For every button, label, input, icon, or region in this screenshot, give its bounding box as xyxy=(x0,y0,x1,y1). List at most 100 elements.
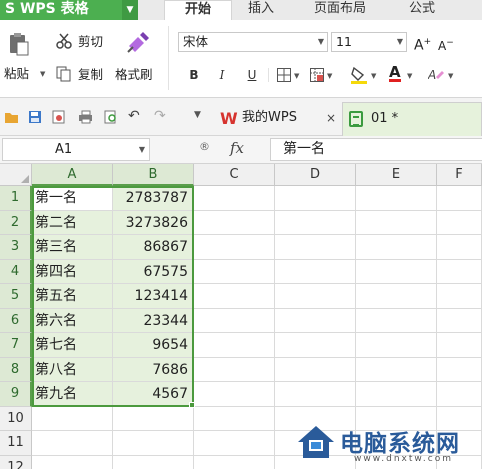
cell-b2[interactable]: 3273826 xyxy=(113,210,194,235)
cell-c10[interactable] xyxy=(194,406,275,431)
underline-button[interactable]: U xyxy=(242,66,262,84)
cell-c8[interactable] xyxy=(194,357,275,382)
format-painter-button[interactable]: 格式刷 xyxy=(115,67,153,83)
cell-f3[interactable] xyxy=(437,235,482,260)
cell-e4[interactable] xyxy=(356,259,437,284)
redo-icon[interactable]: ↷ xyxy=(154,108,168,124)
cell-b12[interactable] xyxy=(113,455,194,469)
row-header[interactable]: 8 xyxy=(0,357,32,382)
cell-a11[interactable] xyxy=(32,431,113,456)
cell-f4[interactable] xyxy=(437,259,482,284)
save-icon[interactable] xyxy=(28,110,42,124)
cell-a2[interactable]: 第二名 xyxy=(32,210,113,235)
font-name-select[interactable]: 宋体 ▼ xyxy=(178,32,328,52)
cell-d1[interactable] xyxy=(275,186,356,211)
cell-d3[interactable] xyxy=(275,235,356,260)
merge-cells-icon[interactable] xyxy=(310,68,324,82)
cell-d4[interactable] xyxy=(275,259,356,284)
cell-d6[interactable] xyxy=(275,308,356,333)
cell-e8[interactable] xyxy=(356,357,437,382)
cell-b8[interactable]: 7686 xyxy=(113,357,194,382)
copy-button[interactable]: 复制 xyxy=(78,67,103,83)
bold-button[interactable]: B xyxy=(184,66,204,84)
cell-c9[interactable] xyxy=(194,382,275,407)
column-header-a[interactable]: A xyxy=(32,164,113,186)
print-preview-icon[interactable] xyxy=(104,110,118,124)
paste-dropdown-icon[interactable]: ▼ xyxy=(40,70,45,78)
cell-d7[interactable] xyxy=(275,333,356,358)
row-header[interactable]: 1 xyxy=(0,186,32,211)
merge-dropdown-icon[interactable]: ▼ xyxy=(327,72,332,80)
open-folder-icon[interactable] xyxy=(4,110,18,124)
cell-c7[interactable] xyxy=(194,333,275,358)
cell-c12[interactable] xyxy=(194,455,275,469)
column-header-f[interactable]: F xyxy=(437,164,482,186)
cell-b1[interactable]: 2783787 xyxy=(113,186,194,211)
clear-format-dropdown-icon[interactable]: ▼ xyxy=(448,72,453,80)
app-title-button[interactable]: S WPS 表格 xyxy=(0,0,122,20)
print-icon[interactable] xyxy=(78,110,92,124)
fill-color-dropdown-icon[interactable]: ▼ xyxy=(371,72,376,80)
cell-c1[interactable] xyxy=(194,186,275,211)
cell-e9[interactable] xyxy=(356,382,437,407)
column-header-b[interactable]: B xyxy=(113,164,194,186)
cell-a3[interactable]: 第三名 xyxy=(32,235,113,260)
cell-f9[interactable] xyxy=(437,382,482,407)
row-header[interactable]: 2 xyxy=(0,210,32,235)
font-size-select[interactable]: 11 ▼ xyxy=(331,32,407,52)
cell-c3[interactable] xyxy=(194,235,275,260)
cell-c2[interactable] xyxy=(194,210,275,235)
close-icon[interactable]: × xyxy=(326,104,336,132)
cell-b7[interactable]: 9654 xyxy=(113,333,194,358)
cell-b9[interactable]: 4567 xyxy=(113,382,194,407)
cell-c11[interactable] xyxy=(194,431,275,456)
app-menu-dropdown-icon[interactable]: ▼ xyxy=(122,0,138,20)
row-header[interactable]: 11 xyxy=(0,431,32,456)
row-header[interactable]: 10 xyxy=(0,406,32,431)
cell-a10[interactable] xyxy=(32,406,113,431)
cell-c5[interactable] xyxy=(194,284,275,309)
clear-format-icon[interactable]: A xyxy=(428,67,444,83)
paste-icon[interactable] xyxy=(8,32,30,56)
italic-button[interactable]: I xyxy=(212,66,232,84)
formula-input[interactable]: 第一名 xyxy=(270,138,482,161)
row-header[interactable]: 6 xyxy=(0,308,32,333)
copy-icon[interactable] xyxy=(56,66,72,82)
cell-a12[interactable] xyxy=(32,455,113,469)
format-painter-icon[interactable] xyxy=(126,32,150,54)
cell-d2[interactable] xyxy=(275,210,356,235)
zoom-formula-icon[interactable]: ® xyxy=(199,140,210,153)
scissors-icon[interactable] xyxy=(56,33,72,49)
cell-e5[interactable] xyxy=(356,284,437,309)
cell-e1[interactable] xyxy=(356,186,437,211)
cell-c6[interactable] xyxy=(194,308,275,333)
doc-tab-active-workbook[interactable]: 01 * xyxy=(342,102,482,136)
cell-e7[interactable] xyxy=(356,333,437,358)
cell-e3[interactable] xyxy=(356,235,437,260)
cell-a5[interactable]: 第五名 xyxy=(32,284,113,309)
cell-a4[interactable]: 第四名 xyxy=(32,259,113,284)
row-header[interactable]: 5 xyxy=(0,284,32,309)
chevron-down-icon[interactable]: ▼ xyxy=(139,139,145,160)
row-header[interactable]: 3 xyxy=(0,235,32,260)
column-header-e[interactable]: E xyxy=(356,164,437,186)
fill-handle[interactable] xyxy=(189,402,195,408)
undo-icon[interactable]: ↶ xyxy=(128,108,142,124)
borders-dropdown-icon[interactable]: ▼ xyxy=(294,72,299,80)
cell-b10[interactable] xyxy=(113,406,194,431)
cell-c4[interactable] xyxy=(194,259,275,284)
cell-f7[interactable] xyxy=(437,333,482,358)
row-header[interactable]: 12 xyxy=(0,455,32,469)
fill-color-icon[interactable] xyxy=(350,66,368,84)
column-header-c[interactable]: C xyxy=(194,164,275,186)
doc-tab-my-wps[interactable]: W 我的WPS × xyxy=(212,104,342,134)
cut-button[interactable]: 剪切 xyxy=(78,34,103,50)
cell-f5[interactable] xyxy=(437,284,482,309)
cell-b11[interactable] xyxy=(113,431,194,456)
cell-f8[interactable] xyxy=(437,357,482,382)
name-box[interactable]: A1 ▼ xyxy=(2,138,150,161)
cell-d8[interactable] xyxy=(275,357,356,382)
cell-f6[interactable] xyxy=(437,308,482,333)
cell-a6[interactable]: 第六名 xyxy=(32,308,113,333)
tab-insert[interactable]: 插入 xyxy=(244,0,278,20)
